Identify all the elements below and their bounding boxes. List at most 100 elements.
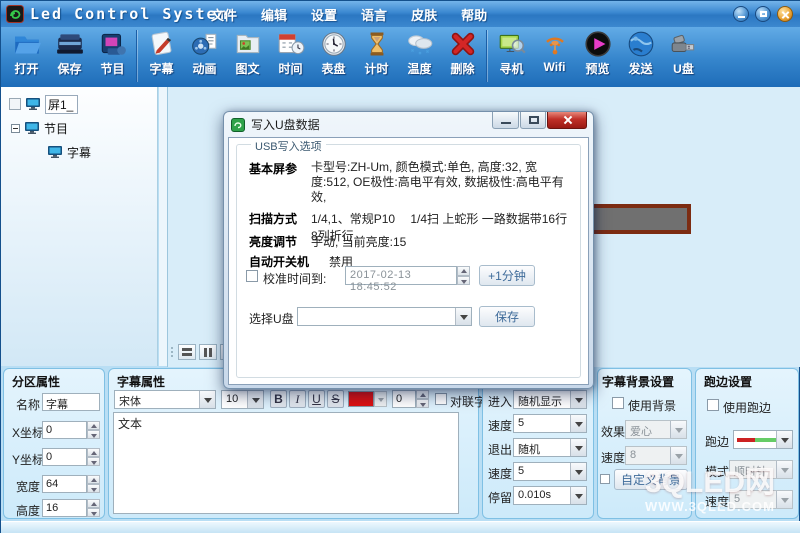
dialog-close-icon[interactable] (547, 112, 587, 129)
height-label: 高度 (16, 502, 40, 519)
stay-time-select[interactable]: 0.010s (513, 486, 587, 505)
strikethrough-button[interactable]: S (327, 390, 344, 408)
chevron-down-icon (570, 415, 586, 432)
bg-speed-select[interactable]: 8 (625, 446, 687, 465)
font-size-select[interactable]: 10 (221, 390, 264, 409)
color-dropdown-icon[interactable] (374, 391, 387, 407)
custom-bg-checkbox[interactable] (600, 474, 610, 484)
dialog-titlebar[interactable]: 写入U盘数据 (224, 112, 593, 137)
font-color-swatch[interactable] (348, 391, 374, 407)
menu-item-skin[interactable]: 皮肤 (411, 5, 437, 24)
toolbar-graphics-button[interactable]: 图文 (226, 29, 269, 77)
tree-item-label[interactable]: 屏1_ (45, 95, 78, 114)
name-input[interactable]: 字幕 (42, 393, 100, 411)
height-stepper[interactable] (87, 499, 100, 517)
stroke-stepper[interactable] (416, 390, 429, 408)
edge-style-select[interactable] (733, 430, 793, 449)
custom-background-button[interactable]: 自定义背景 (614, 469, 688, 490)
toolbar-timer-button[interactable]: 计时 (355, 29, 398, 77)
edge-speed-select[interactable]: 5 (729, 490, 793, 509)
edge-mode-select[interactable]: 顺时针 (729, 460, 793, 479)
toolbar-find-device-button[interactable]: 寻机 (490, 29, 533, 77)
menu-item-settings[interactable]: 设置 (311, 5, 337, 24)
bg-effect-select[interactable]: 爱心 (625, 420, 687, 439)
enter-effect-select[interactable]: 随机显示 (513, 390, 587, 409)
toolbar-separator (486, 30, 488, 82)
menu-item-edit[interactable]: 编辑 (261, 5, 287, 24)
menu-item-help[interactable]: 帮助 (461, 5, 487, 24)
timer-icon (362, 29, 392, 59)
tree-checkbox[interactable] (9, 98, 21, 110)
toolbar-temperature-button[interactable]: 温度 (398, 29, 441, 77)
x-input[interactable]: 0 (42, 421, 87, 439)
toolbar-program-button[interactable]: 节目 (91, 29, 134, 77)
toolbar-separator (136, 30, 138, 82)
toolbar-animation-button[interactable]: 动画 (183, 29, 226, 77)
add-minute-button[interactable]: +1分钟 (479, 265, 535, 286)
width-stepper[interactable] (87, 475, 100, 493)
toolbar-open-button[interactable]: 打开 (5, 29, 48, 77)
calibrate-time-checkbox[interactable] (246, 270, 258, 282)
titlebar: Led Control System 文件 编辑 设置 语言 皮肤 帮助 (1, 1, 800, 27)
restore-icon[interactable] (755, 6, 771, 22)
menu-item-language[interactable]: 语言 (361, 5, 387, 24)
menu-item-file[interactable]: 文件 (211, 5, 237, 24)
enter-speed-select[interactable]: 5 (513, 414, 587, 433)
dialog-minimize-icon[interactable] (492, 112, 519, 129)
dialog-icon (231, 118, 245, 132)
collapse-icon[interactable] (11, 124, 20, 133)
underline-button[interactable]: U (308, 390, 325, 408)
exit-effect-select[interactable]: 随机 (513, 438, 587, 457)
bold-button[interactable]: B (270, 390, 287, 408)
toolbar-usb-button[interactable]: U盘 (662, 29, 705, 77)
x-stepper[interactable] (87, 421, 100, 439)
y-stepper[interactable] (87, 448, 100, 466)
datetime-stepper[interactable] (457, 266, 470, 285)
toolbar-time-button[interactable]: 时间 (269, 29, 312, 77)
tree-item-screen1[interactable]: 屏1_ (9, 95, 78, 113)
toolbar-save-button[interactable]: 保存 (48, 29, 91, 77)
use-background-checkbox[interactable] (612, 397, 624, 409)
exit-speed-label: 速度 (488, 465, 512, 482)
y-input[interactable]: 0 (42, 448, 87, 466)
toolbar-send-button[interactable]: 发送 (619, 29, 662, 77)
tree-item-label[interactable]: 节目 (44, 120, 68, 137)
toolbar-delete-button[interactable]: 删除 (441, 29, 484, 77)
tree-item-label[interactable]: 字幕 (67, 144, 91, 161)
tree-item-program[interactable]: 节目 (11, 119, 68, 137)
height-input[interactable]: 16 (42, 499, 87, 517)
toolbar-clock-dial-button[interactable]: 表盘 (312, 29, 355, 77)
stroke-input[interactable]: 0 (392, 390, 416, 408)
layout-columns-icon[interactable] (199, 344, 217, 360)
chevron-down-icon (776, 431, 792, 448)
layout-rows-icon[interactable] (178, 344, 196, 360)
usb-drive-select[interactable] (297, 307, 472, 326)
toolbar-preview-button[interactable]: 预览 (576, 29, 619, 77)
exit-label: 退出 (488, 441, 512, 458)
edge-mode-label: 模式 (705, 463, 729, 480)
minimize-icon[interactable] (733, 6, 749, 22)
tree-item-subtitle[interactable]: 字幕 (47, 143, 91, 161)
font-select[interactable]: 宋体 (114, 390, 216, 409)
use-edge-label: 使用跑边 (723, 399, 771, 416)
chevron-down-icon (570, 487, 586, 504)
width-input[interactable]: 64 (42, 475, 87, 493)
italic-button[interactable]: I (289, 390, 306, 408)
chevron-down-icon (570, 439, 586, 456)
time-icon (276, 29, 306, 59)
led-screen-preview[interactable] (579, 204, 691, 234)
panel-title: 字幕背景设置 (602, 373, 674, 390)
toolbar-subtitle-button[interactable]: 字幕 (140, 29, 183, 77)
dialog-maximize-icon[interactable] (520, 112, 546, 129)
couplet-checkbox[interactable] (435, 393, 447, 405)
toolbar-grip[interactable] (171, 347, 173, 357)
datetime-input[interactable]: 2017-02-13 18:45:52 (345, 266, 457, 285)
subtitle-text-input[interactable]: 文本 (113, 412, 459, 514)
close-icon[interactable] (777, 6, 793, 22)
tree-canvas-splitter[interactable] (159, 87, 167, 366)
exit-speed-select[interactable]: 5 (513, 462, 587, 481)
toolbar-wifi-button[interactable]: Wifi (533, 29, 576, 74)
edge-style-label: 跑边 (705, 433, 729, 450)
use-edge-checkbox[interactable] (707, 399, 719, 411)
save-button[interactable]: 保存 (479, 306, 535, 327)
